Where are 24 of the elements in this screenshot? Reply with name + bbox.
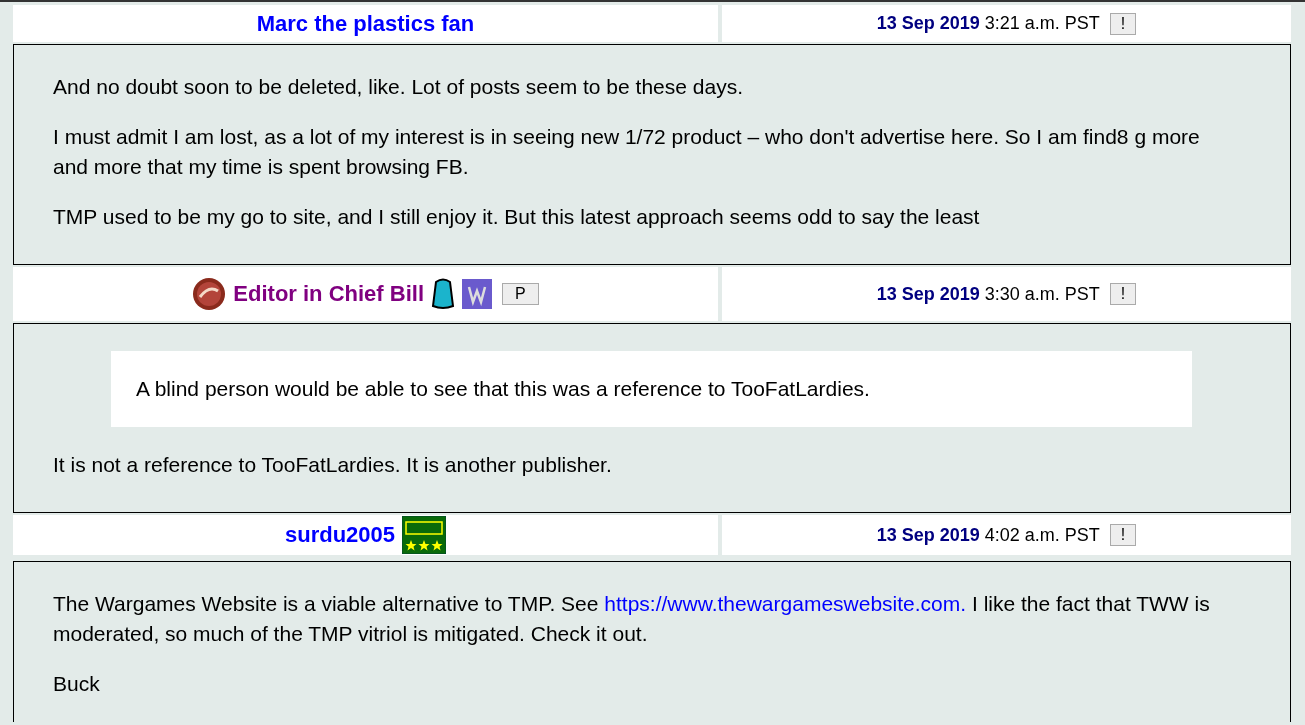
paragraph: TMP used to be my go to site, and I still enjoy it. But this latest approach seems odd to say the least — [53, 204, 981, 230]
post-time: 4:02 a.m. PST — [984, 524, 1100, 546]
paragraph: Buck — [53, 671, 101, 697]
rank-badge-icon — [402, 516, 447, 554]
paragraph: It is not a reference to TooFatLardies. It is another publisher. — [53, 452, 613, 478]
author-name[interactable]: Editor in Chief Bill — [233, 281, 424, 307]
paragraph: The Wargames Website is a viable alternative to TMP. See https://www.thewargameswebsite.com. I like the fact that TWW is moderated, so much of the TMP vitriol is mitigated. Check it out. — [53, 591, 1210, 647]
quote-text: A blind person would be able to see that this was a reference to TooFatLardies. — [136, 376, 871, 402]
report-button[interactable]: ! — [1109, 12, 1137, 35]
paragraph: And no doubt soon to be deleted, like. Lot of posts seem to be these days. — [53, 74, 744, 100]
profile-button[interactable]: P — [502, 283, 539, 305]
report-button[interactable]: ! — [1109, 283, 1137, 305]
report-button[interactable]: ! — [1109, 524, 1137, 546]
author-name[interactable]: surdu2005 — [284, 522, 396, 548]
post-date: 13 Sep 2019 — [876, 13, 980, 34]
w-badge-icon — [462, 279, 492, 309]
post-time: 3:30 a.m. PST — [984, 283, 1100, 305]
bottle-cap-icon — [192, 277, 227, 311]
post-date: 13 Sep 2019 — [876, 283, 980, 305]
link[interactable]: https://www.thewargameswebsite.com. — [604, 592, 967, 615]
backpack-icon — [431, 278, 455, 310]
post-time: 3:21 a.m. PST — [984, 13, 1100, 34]
paragraph: I must admit I am lost, as a lot of my interest is in seeing new 1/72 product – who don't advertise here. So I am find8 g more and more that my time is spent browsing FB. — [53, 124, 1201, 180]
post-date: 13 Sep 2019 — [876, 524, 980, 546]
